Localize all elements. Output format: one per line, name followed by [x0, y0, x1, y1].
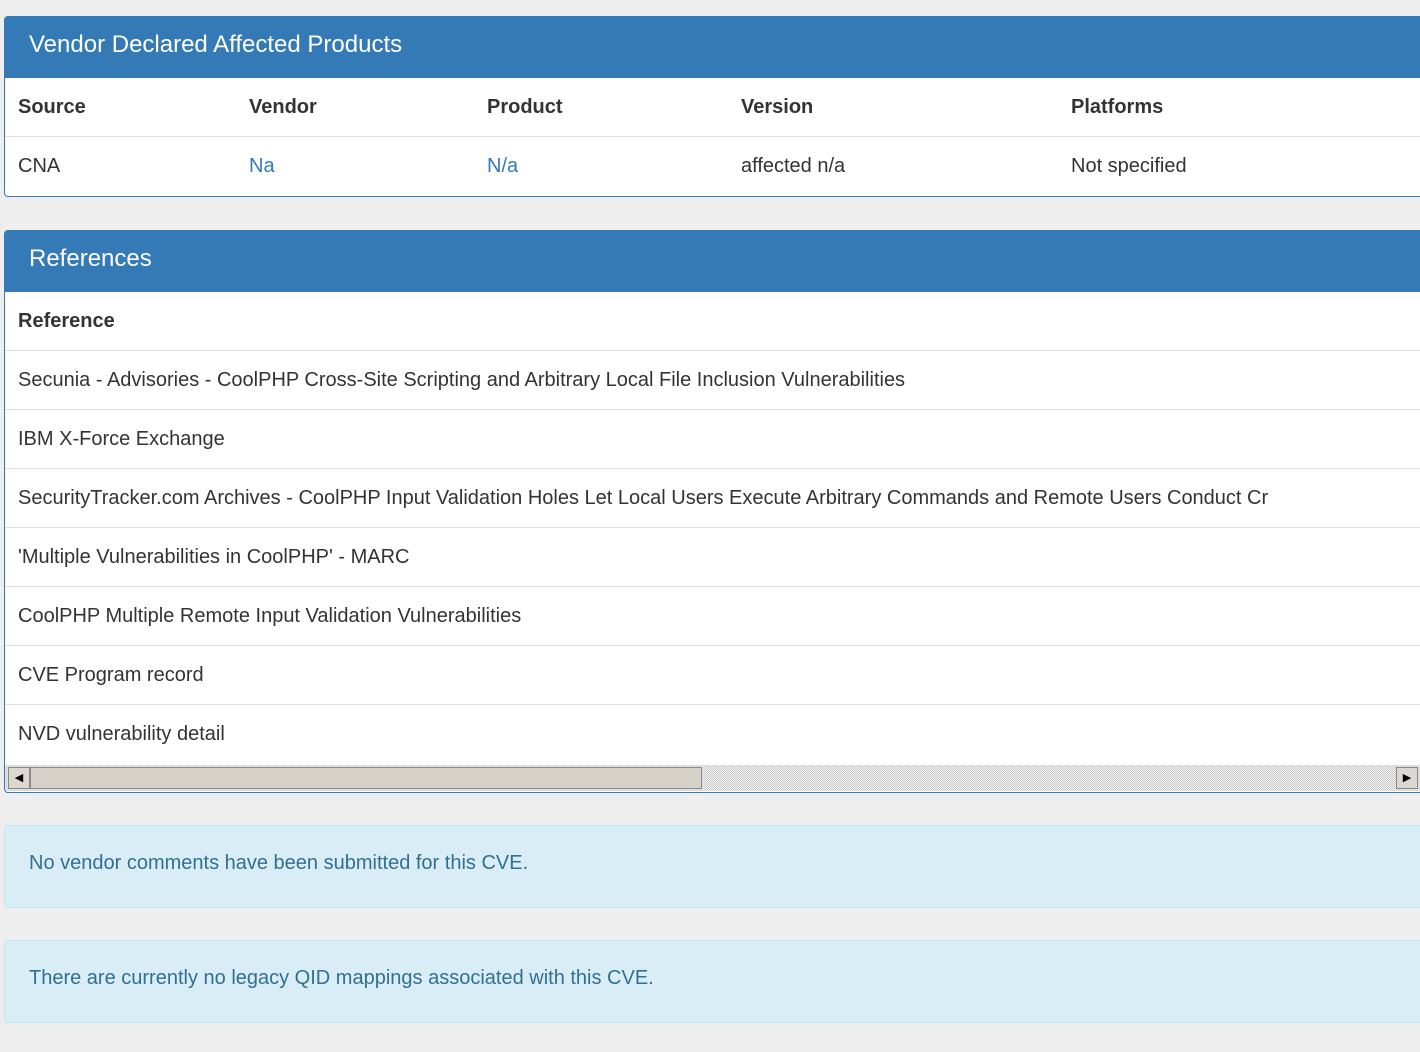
- reference-link[interactable]: Secunia - Advisories - CoolPHP Cross-Sit…: [18, 369, 905, 392]
- table-row: CNA Na N/a affected n/a Not specified: [5, 137, 1420, 196]
- column-header-reference: Reference: [18, 309, 115, 332]
- reference-item[interactable]: SecurityTracker.com Archives - CoolPHP I…: [5, 469, 1420, 528]
- product-link[interactable]: N/a: [487, 155, 518, 178]
- vendor-comments-alert: No vendor comments have been submitted f…: [4, 825, 1420, 908]
- reference-item[interactable]: IBM X-Force Exchange: [5, 410, 1420, 469]
- column-header-source: Source: [18, 95, 86, 118]
- affected-products-header-row: Source Vendor Product Version Platforms: [5, 78, 1420, 137]
- reference-link[interactable]: SecurityTracker.com Archives - CoolPHP I…: [18, 487, 1268, 510]
- reference-item[interactable]: NVD vulnerability detail: [5, 705, 1420, 764]
- vendor-link[interactable]: Na: [249, 155, 275, 178]
- affected-products-panel: Vendor Declared Affected Products Source…: [4, 16, 1420, 197]
- scroll-right-arrow-icon[interactable]: ▶: [1396, 767, 1418, 789]
- reference-item[interactable]: CVE Program record: [5, 646, 1420, 705]
- reference-link[interactable]: CVE Program record: [18, 664, 204, 687]
- affected-products-title: Vendor Declared Affected Products: [5, 17, 1420, 78]
- horizontal-scrollbar[interactable]: ◀ ▶: [5, 765, 1420, 791]
- column-header-product: Product: [487, 95, 563, 118]
- reference-link[interactable]: IBM X-Force Exchange: [18, 428, 225, 451]
- reference-link[interactable]: 'Multiple Vulnerabilities in CoolPHP' - …: [18, 546, 409, 569]
- scroll-left-arrow-icon[interactable]: ◀: [8, 767, 30, 789]
- reference-header-row: Reference: [5, 292, 1420, 351]
- references-panel: References Reference Secunia - Advisorie…: [4, 230, 1420, 793]
- references-title: References: [5, 231, 1420, 292]
- reference-item[interactable]: CoolPHP Multiple Remote Input Validation…: [5, 587, 1420, 646]
- scrollbar-thumb[interactable]: [30, 767, 702, 789]
- source-cell: CNA: [18, 155, 61, 177]
- qid-mappings-alert: There are currently no legacy QID mappin…: [4, 940, 1420, 1023]
- column-header-platforms: Platforms: [1071, 95, 1164, 118]
- column-header-vendor: Vendor: [249, 95, 317, 118]
- platforms-cell: Not specified: [1071, 155, 1187, 177]
- reference-link[interactable]: CoolPHP Multiple Remote Input Validation…: [18, 605, 521, 628]
- reference-item[interactable]: 'Multiple Vulnerabilities in CoolPHP' - …: [5, 528, 1420, 587]
- column-header-version: Version: [741, 95, 814, 118]
- reference-link[interactable]: NVD vulnerability detail: [18, 723, 225, 746]
- version-cell: affected n/a: [741, 155, 846, 177]
- reference-item[interactable]: Secunia - Advisories - CoolPHP Cross-Sit…: [5, 351, 1420, 410]
